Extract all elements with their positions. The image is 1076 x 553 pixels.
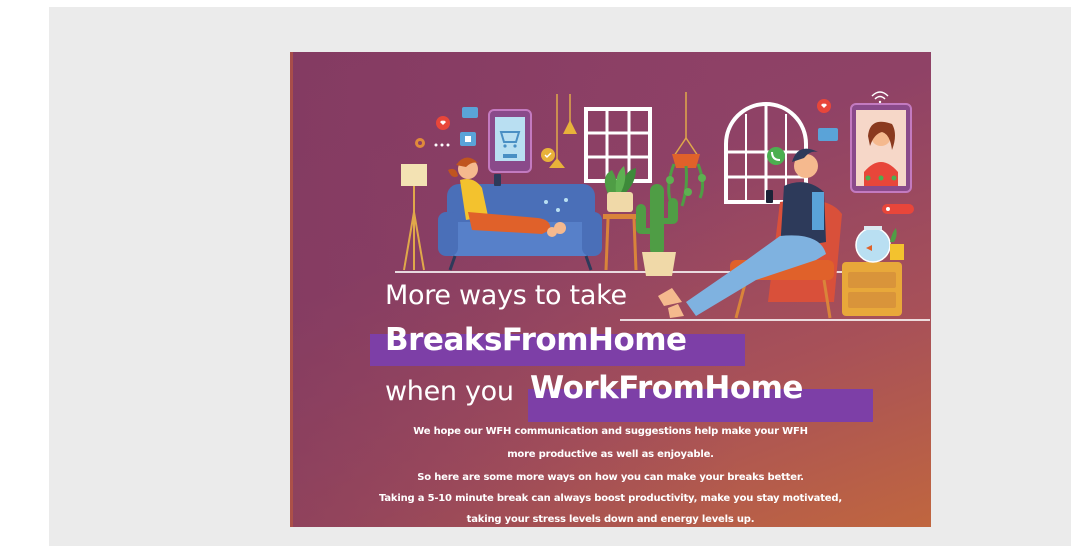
heart-icon: [436, 116, 450, 130]
body-text-line: taking your stress levels down and energ…: [466, 514, 755, 525]
body-text-line: Taking a 5-10 minute break can always bo…: [379, 493, 842, 504]
body-text-line: So here are some more ways on how you ca…: [417, 472, 804, 483]
window-icon: [584, 107, 652, 183]
wfh-poster-image: More ways to take BreaksFromHome when yo…: [290, 52, 931, 527]
heart-icon: [817, 99, 831, 113]
headline-line-2: BreaksFromHome: [385, 322, 687, 358]
chat-bubble-icon: [462, 107, 478, 118]
location-pin-icon: [415, 138, 425, 148]
intro-text-line: We hope our WFH communication and sugges…: [413, 426, 808, 437]
side-cabinet: [842, 262, 902, 316]
image-frame: More ways to take BreaksFromHome when yo…: [49, 7, 1071, 546]
intro-text-line: more productive as well as enjoyable.: [507, 449, 714, 460]
wifi-icon: [871, 91, 889, 104]
phone-call-icon: [767, 147, 785, 165]
cactus-icon: [636, 184, 678, 276]
headline-line-1: More ways to take: [385, 280, 627, 311]
tablet-shopping-cart-icon: [488, 109, 532, 173]
hanging-plant-icon: [666, 92, 706, 207]
floor-lamp-icon: [401, 164, 427, 271]
headline-line-3-prefix: when you: [385, 376, 514, 407]
fishbowl-icon: [855, 226, 891, 263]
video-call-tablet-icon: [850, 103, 912, 193]
headline-line-3-highlight: WorkFromHome: [530, 370, 803, 406]
